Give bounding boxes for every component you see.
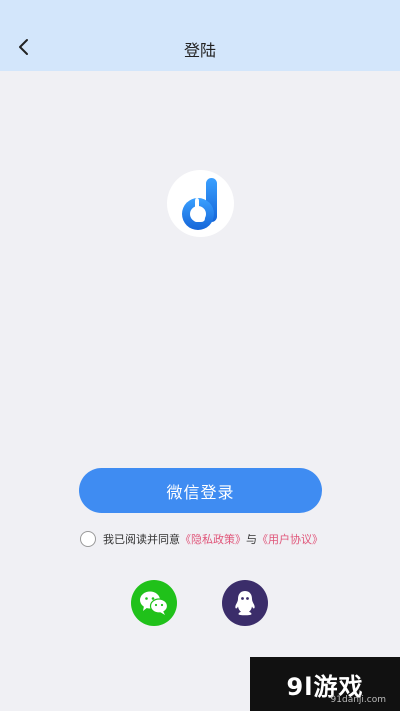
watermark-subtext: 91danji.com xyxy=(330,695,386,705)
wechat-login-icon-button[interactable] xyxy=(131,580,177,626)
wechat-login-label: 微信登录 xyxy=(166,482,235,502)
app-header: 登陆 xyxy=(0,0,400,71)
qq-login-icon-button[interactable] xyxy=(222,580,268,626)
agree-checkbox[interactable] xyxy=(80,531,96,547)
watermark: 9l游戏 91danji.com xyxy=(250,657,400,711)
agreement-prefix: 我已阅读并同意 xyxy=(103,533,180,546)
privacy-policy-link[interactable]: 《隐私政策》 xyxy=(180,531,246,547)
page-title: 登陆 xyxy=(183,41,216,60)
app-logo xyxy=(167,170,234,237)
wechat-icon xyxy=(140,591,169,615)
user-agreement-link[interactable]: 《用户协议》 xyxy=(257,531,323,547)
agreement-connector: 与 xyxy=(246,533,257,546)
agreement-row: 我已阅读并同意 《隐私政策》 与 《用户协议》 xyxy=(80,529,323,549)
wechat-login-button[interactable]: 微信登录 xyxy=(79,468,322,513)
qq-icon xyxy=(235,591,255,616)
app-logo-icon xyxy=(181,177,217,230)
